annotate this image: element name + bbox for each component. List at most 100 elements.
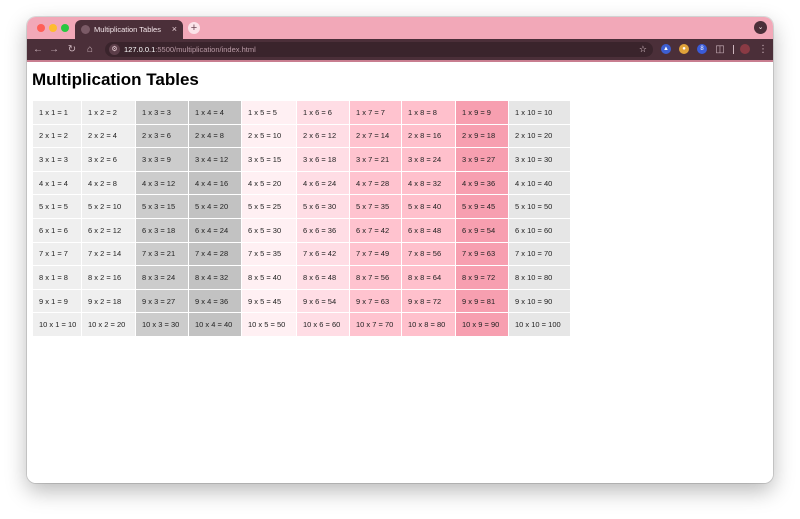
close-window-icon[interactable] — [37, 24, 45, 32]
tab-strip: Multiplication Tables × + ⌄ — [27, 17, 773, 39]
table-cell: 4 x 9 = 36 — [456, 171, 508, 195]
minimize-window-icon[interactable] — [49, 24, 57, 32]
table-row: 1 x 1 = 11 x 2 = 21 x 3 = 31 x 4 = 41 x … — [33, 101, 570, 124]
table-cell: 4 x 4 = 16 — [189, 171, 241, 195]
table-cell: 8 x 10 = 80 — [509, 266, 570, 289]
table-cell: 3 x 7 = 21 — [350, 148, 401, 171]
url-text[interactable]: 127.0.0.1:5500/multiplication/index.html — [124, 42, 256, 57]
table-cell: 8 x 8 = 64 — [402, 266, 455, 289]
extension-badge-icon[interactable]: 8 — [697, 44, 707, 54]
table-cell: 4 x 8 = 32 — [402, 171, 455, 195]
table-cell: 9 x 7 = 63 — [350, 289, 401, 313]
back-icon[interactable]: ← — [31, 39, 45, 60]
table-cell: 8 x 3 = 24 — [136, 266, 188, 289]
table-cell: 1 x 9 = 9 — [456, 101, 508, 124]
table-cell: 7 x 6 = 42 — [297, 242, 349, 266]
tab-multiplication-tables[interactable]: Multiplication Tables × — [75, 20, 183, 39]
table-cell: 1 x 5 = 5 — [242, 101, 296, 124]
table-cell: 5 x 6 = 30 — [297, 195, 349, 218]
table-cell: 10 x 3 = 30 — [136, 313, 188, 336]
table-cell: 2 x 9 = 18 — [456, 124, 508, 148]
table-cell: 10 x 6 = 60 — [297, 313, 349, 336]
table-row: 6 x 1 = 66 x 2 = 12 6 x 3 = 18 6 x 4 = 24 6… — [33, 218, 570, 242]
table-cell: 9 x 4 = 36 — [189, 289, 241, 313]
table-cell: 4 x 5 = 20 — [242, 171, 296, 195]
page-viewport: Multiplication Tables 1 x 1 = 11 x 2 = 2… — [27, 62, 773, 483]
table-row: 9 x 1 = 99 x 2 = 18 9 x 3 = 27 9 x 4 = 36 9… — [33, 289, 570, 313]
table-row: 3 x 1 = 33 x 2 = 63 x 3 = 93 x 4 = 12 3 x… — [33, 148, 570, 171]
browser-toolbar: ← → ↻ ⌂ ⚙ 127.0.0.1:5500/multiplication/… — [27, 39, 773, 60]
table-cell: 8 x 7 = 56 — [350, 266, 401, 289]
table-cell: 9 x 1 = 9 — [33, 289, 81, 313]
tab-close-icon[interactable]: × — [172, 20, 177, 39]
table-cell: 5 x 1 = 5 — [33, 195, 81, 218]
table-cell: 9 x 8 = 72 — [402, 289, 455, 313]
toolbar-divider — [733, 45, 734, 54]
table-cell: 2 x 1 = 2 — [33, 124, 81, 148]
reload-icon[interactable]: ↻ — [65, 39, 79, 60]
bookmark-star-icon[interactable]: ☆ — [639, 42, 647, 57]
table-cell: 8 x 2 = 16 — [82, 266, 135, 289]
table-cell: 2 x 8 = 16 — [402, 124, 455, 148]
extensions-icon[interactable]: ◫ — [713, 39, 727, 60]
table-cell: 3 x 2 = 6 — [82, 148, 135, 171]
table-cell: 4 x 2 = 8 — [82, 171, 135, 195]
table-cell: 6 x 9 = 54 — [456, 218, 508, 242]
table-cell: 2 x 4 = 8 — [189, 124, 241, 148]
table-cell: 8 x 1 = 8 — [33, 266, 81, 289]
table-cell: 1 x 1 = 1 — [33, 101, 81, 124]
profile-avatar-icon[interactable] — [740, 44, 750, 54]
table-cell: 7 x 2 = 14 — [82, 242, 135, 266]
table-cell: 1 x 4 = 4 — [189, 101, 241, 124]
extension-color-icon[interactable]: ● — [679, 44, 689, 54]
table-cell: 5 x 3 = 15 — [136, 195, 188, 218]
table-cell: 2 x 5 = 10 — [242, 124, 296, 148]
table-cell: 5 x 7 = 35 — [350, 195, 401, 218]
forward-icon[interactable]: → — [47, 39, 61, 60]
table-cell: 4 x 6 = 24 — [297, 171, 349, 195]
new-tab-button[interactable]: + — [188, 22, 200, 34]
multiplication-table: 1 x 1 = 11 x 2 = 21 x 3 = 31 x 4 = 41 x … — [32, 100, 571, 337]
maximize-window-icon[interactable] — [61, 24, 69, 32]
table-cell: 9 x 5 = 45 — [242, 289, 296, 313]
table-cell: 9 x 6 = 54 — [297, 289, 349, 313]
address-bar[interactable]: ⚙ 127.0.0.1:5500/multiplication/index.ht… — [105, 42, 653, 57]
table-cell: 4 x 7 = 28 — [350, 171, 401, 195]
desktop: Multiplication Tables × + ⌄ ← → ↻ ⌂ ⚙ 12… — [0, 0, 800, 519]
site-info-icon[interactable]: ⚙ — [109, 44, 120, 55]
table-row: 4 x 1 = 44 x 2 = 84 x 3 = 12 4 x 4 = 16 4 … — [33, 171, 570, 195]
home-icon[interactable]: ⌂ — [83, 39, 97, 60]
table-cell: 7 x 4 = 28 — [189, 242, 241, 266]
table-cell: 6 x 10 = 60 — [509, 218, 570, 242]
table-cell: 6 x 2 = 12 — [82, 218, 135, 242]
tab-title: Multiplication Tables — [94, 25, 161, 34]
table-cell: 6 x 1 = 6 — [33, 218, 81, 242]
table-cell: 5 x 10 = 50 — [509, 195, 570, 218]
table-cell: 6 x 3 = 18 — [136, 218, 188, 242]
table-row: 2 x 1 = 22 x 2 = 42 x 3 = 62 x 4 = 82 x … — [33, 124, 570, 148]
table-cell: 3 x 4 = 12 — [189, 148, 241, 171]
table-cell: 4 x 3 = 12 — [136, 171, 188, 195]
menu-icon[interactable]: ⋮ — [756, 39, 770, 60]
table-cell: 2 x 10 = 20 — [509, 124, 570, 148]
table-cell: 3 x 3 = 9 — [136, 148, 188, 171]
table-cell: 8 x 6 = 48 — [297, 266, 349, 289]
table-cell: 5 x 9 = 45 — [456, 195, 508, 218]
table-cell: 2 x 7 = 14 — [350, 124, 401, 148]
extension-drive-icon[interactable]: ▲ — [661, 44, 671, 54]
table-cell: 6 x 8 = 48 — [402, 218, 455, 242]
table-cell: 10 x 2 = 20 — [82, 313, 135, 336]
table-cell: 6 x 5 = 30 — [242, 218, 296, 242]
table-cell: 1 x 7 = 7 — [350, 101, 401, 124]
table-cell: 1 x 8 = 8 — [402, 101, 455, 124]
table-cell: 9 x 2 = 18 — [82, 289, 135, 313]
tab-search-icon[interactable]: ⌄ — [754, 21, 767, 34]
table-row: 10 x 1 = 10 10 x 2 = 20 10 x 3 = 30 10 x 4 … — [33, 313, 570, 336]
table-cell: 10 x 7 = 70 — [350, 313, 401, 336]
table-cell: 8 x 5 = 40 — [242, 266, 296, 289]
table-cell: 4 x 10 = 40 — [509, 171, 570, 195]
table-cell: 7 x 9 = 63 — [456, 242, 508, 266]
table-cell: 3 x 5 = 15 — [242, 148, 296, 171]
table-cell: 10 x 4 = 40 — [189, 313, 241, 336]
table-cell: 3 x 9 = 27 — [456, 148, 508, 171]
